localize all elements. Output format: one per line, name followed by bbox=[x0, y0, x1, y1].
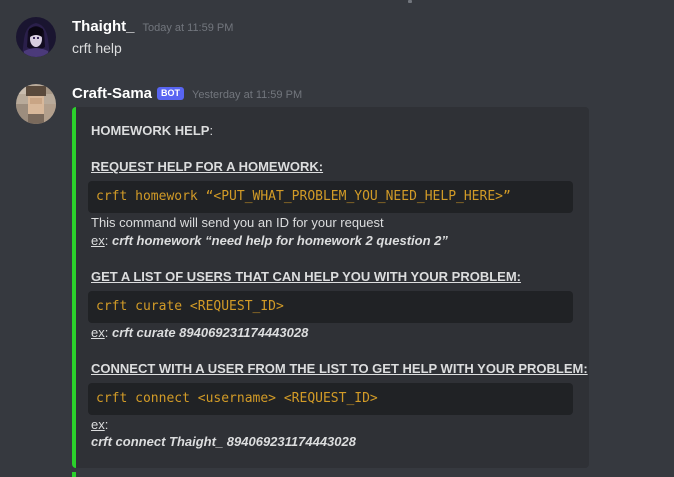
example-command: crft connect Thaight_ 894069231174443028 bbox=[91, 434, 356, 449]
example-separator: : bbox=[104, 233, 112, 248]
example-label: ex bbox=[91, 233, 105, 248]
example-separator: : bbox=[104, 325, 112, 340]
example-label: ex bbox=[91, 325, 105, 340]
message-text: crft help bbox=[72, 40, 122, 56]
example-separator: : bbox=[104, 417, 109, 432]
example-command: crft curate 894069231174443028 bbox=[111, 325, 309, 340]
section-description: This command will send you an ID for you… bbox=[91, 215, 384, 230]
embed-title-text: HOMEWORK HELP bbox=[91, 123, 210, 138]
message-header: Thaight_ Today at 11:59 PM bbox=[72, 18, 233, 35]
chat-messages: Thaight_ Today at 11:59 PM crft help Cra… bbox=[0, 0, 674, 477]
section-heading: GET A LIST OF USERS THAT CAN HELP YOU WI… bbox=[91, 269, 521, 284]
timestamp[interactable]: Yesterday at 11:59 PM bbox=[192, 89, 302, 101]
user-avatar-image bbox=[16, 17, 56, 57]
timestamp[interactable]: Today at 11:59 PM bbox=[143, 22, 234, 34]
username[interactable]: Thaight_ bbox=[72, 18, 135, 35]
help-embed: HOMEWORK HELP: REQUEST HELP FOR A HOMEWO… bbox=[72, 107, 589, 468]
scroll-indicator bbox=[408, 0, 412, 3]
username[interactable]: Craft-Sama bbox=[72, 85, 152, 102]
example-line: ex: crft homework “need help for homewor… bbox=[91, 233, 448, 248]
bot-badge: BOT bbox=[157, 87, 185, 100]
message-header: Craft-Sama BOT Yesterday at 11:59 PM bbox=[72, 85, 302, 102]
code-block: crft curate <REQUEST_ID> bbox=[88, 291, 573, 323]
bot-avatar[interactable] bbox=[16, 84, 56, 124]
example-command: crft homework “need help for homework 2 … bbox=[111, 233, 448, 248]
example-line: crft connect Thaight_ 894069231174443028 bbox=[91, 434, 356, 449]
embed-title: HOMEWORK HELP: bbox=[91, 123, 213, 138]
example-line: ex: crft curate 894069231174443028 bbox=[91, 325, 308, 340]
bot-avatar-image bbox=[16, 84, 56, 124]
section-heading: REQUEST HELP FOR A HOMEWORK: bbox=[91, 159, 324, 174]
next-embed-accent bbox=[72, 472, 76, 477]
embed-title-colon: : bbox=[209, 123, 214, 138]
example-label: ex bbox=[91, 417, 105, 432]
code-block: crft homework “<PUT_WHAT_PROBLEM_YOU_NEE… bbox=[88, 181, 573, 213]
example-line: ex: bbox=[91, 417, 108, 432]
user-avatar[interactable] bbox=[16, 17, 56, 57]
section-heading: CONNECT WITH A USER FROM THE LIST TO GET… bbox=[91, 361, 588, 376]
code-block: crft connect <username> <REQUEST_ID> bbox=[88, 383, 573, 415]
